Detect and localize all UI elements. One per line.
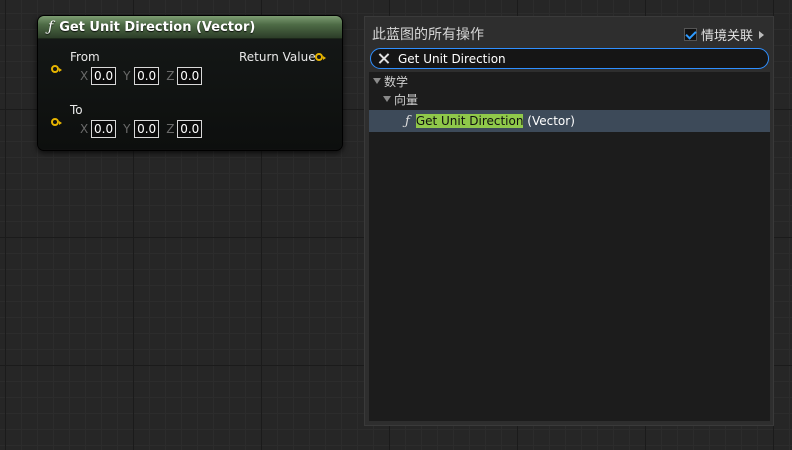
get-unit-direction-node[interactable]: ƒ Get Unit Direction (Vector) From X 0.0…	[37, 15, 343, 151]
from-pin-icon[interactable]	[51, 65, 62, 73]
to-x-input[interactable]: 0.0	[91, 120, 117, 138]
to-pin-icon[interactable]	[51, 118, 62, 126]
search-box[interactable]	[370, 48, 769, 69]
clear-search-icon[interactable]	[377, 52, 390, 65]
to-z-input[interactable]: 0.0	[177, 120, 203, 138]
context-sensitive-label: 情境关联	[700, 29, 753, 44]
from-z-input[interactable]: 0.0	[177, 67, 203, 85]
menu-title: 此蓝图的所有操作	[372, 27, 484, 43]
context-sensitive-toggle[interactable]: 情境关联	[683, 25, 764, 44]
to-vector-fields: X 0.0 Y 0.0 Z 0.0	[80, 120, 209, 138]
from-vector-fields: X 0.0 Y 0.0 Z 0.0	[80, 67, 209, 85]
category-label: 数学	[384, 74, 409, 89]
tree-category-math[interactable]: 数学	[369, 72, 774, 90]
from-label: From	[70, 50, 100, 64]
action-menu: 此蓝图的所有操作 情境关联 数学 向量 ƒ Get Unit Direction…	[364, 16, 774, 426]
result-label-suffix: (Vector)	[523, 114, 575, 128]
context-sensitive-checkbox[interactable]	[683, 28, 697, 41]
action-tree: 数学 向量 ƒ Get Unit Direction (Vector)	[369, 72, 770, 421]
function-icon: ƒ	[405, 113, 410, 129]
collapse-arrow-icon[interactable]	[383, 96, 391, 102]
expand-arrow-icon[interactable]	[759, 30, 764, 39]
collapse-arrow-icon[interactable]	[373, 78, 381, 84]
from-y-input[interactable]: 0.0	[134, 67, 160, 85]
from-z-axis-label: Z	[166, 69, 175, 83]
search-match-highlight: Get Unit Direction	[415, 114, 524, 128]
from-y-axis-label: Y	[123, 69, 131, 83]
node-body: From X 0.0 Y 0.0 Z 0.0 Return Value To X…	[38, 39, 342, 149]
to-x-axis-label: X	[80, 122, 89, 136]
node-title: Get Unit Direction (Vector)	[59, 19, 256, 35]
from-x-axis-label: X	[80, 69, 89, 83]
return-value-label: Return Value	[239, 50, 316, 64]
from-x-input[interactable]: 0.0	[91, 67, 117, 85]
node-header[interactable]: ƒ Get Unit Direction (Vector)	[38, 16, 342, 39]
to-label: To	[70, 103, 83, 117]
result-get-unit-direction[interactable]: ƒ Get Unit Direction (Vector)	[369, 110, 770, 132]
function-icon: ƒ	[48, 19, 54, 35]
to-y-input[interactable]: 0.0	[134, 120, 160, 138]
to-y-axis-label: Y	[123, 122, 131, 136]
subcategory-label: 向量	[394, 92, 419, 107]
search-input[interactable]	[398, 51, 758, 66]
to-z-axis-label: Z	[166, 122, 175, 136]
tree-category-vector[interactable]: 向量	[369, 90, 784, 108]
return-value-pin-icon[interactable]	[315, 53, 326, 61]
